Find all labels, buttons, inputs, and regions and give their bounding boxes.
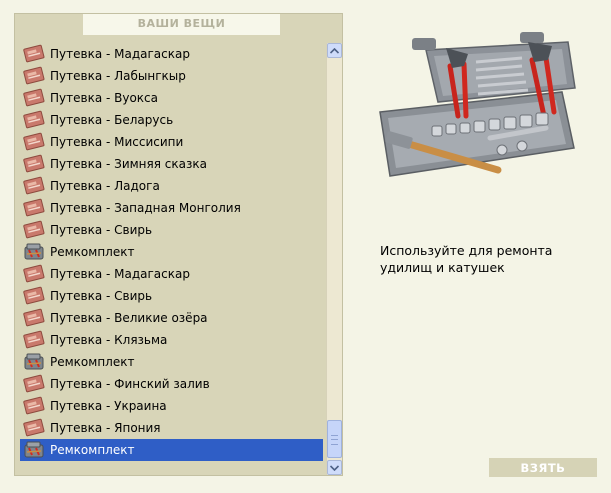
list-item-label: Путевка - Клязьма bbox=[50, 333, 168, 347]
list-item-label: Путевка - Мадагаскар bbox=[50, 47, 190, 61]
repair-kit-icon bbox=[24, 243, 44, 260]
list-item-label: Ремкомплект bbox=[50, 443, 135, 457]
list-item[interactable]: Путевка - Лабынгкыр bbox=[20, 65, 323, 87]
voucher-icon bbox=[23, 330, 45, 349]
scroll-up-button[interactable] bbox=[327, 43, 342, 58]
repair-kit-icon bbox=[24, 441, 44, 458]
list-item-label: Ремкомплект bbox=[50, 355, 135, 369]
scrollbar[interactable] bbox=[326, 43, 342, 475]
list-item[interactable]: Путевка - Западная Монголия bbox=[20, 197, 323, 219]
voucher-icon bbox=[23, 308, 45, 327]
list-item-label: Путевка - Миссисипи bbox=[50, 135, 184, 149]
list-item-label: Путевка - Великие озёра bbox=[50, 311, 208, 325]
list-item-label: Путевка - Ладога bbox=[50, 179, 160, 193]
voucher-icon bbox=[23, 418, 45, 437]
voucher-icon bbox=[23, 176, 45, 195]
list-item-label: Путевка - Беларусь bbox=[50, 113, 174, 127]
voucher-icon bbox=[23, 88, 45, 107]
voucher-icon bbox=[23, 66, 45, 85]
inventory-title: ВАШИ ВЕЩИ bbox=[83, 14, 280, 35]
inventory-list: Путевка - Мадагаскар Путевка - Лабынгкыр П… bbox=[20, 43, 323, 468]
list-item[interactable]: Путевка - Беларусь bbox=[20, 109, 323, 131]
list-item[interactable]: Путевка - Великие озёра bbox=[20, 307, 323, 329]
list-item[interactable]: Путевка - Свирь bbox=[20, 285, 323, 307]
list-item-label: Путевка - Мадагаскар bbox=[50, 267, 190, 281]
list-item-label: Путевка - Финский залив bbox=[50, 377, 210, 391]
list-item-label: Путевка - Лабынгкыр bbox=[50, 69, 186, 83]
list-item-label: Путевка - Свирь bbox=[50, 289, 153, 303]
list-item-label: Путевка - Западная Монголия bbox=[50, 201, 241, 215]
voucher-icon bbox=[23, 220, 45, 239]
voucher-icon bbox=[23, 396, 45, 415]
voucher-icon bbox=[23, 110, 45, 129]
list-item[interactable]: Путевка - Клязьма bbox=[20, 329, 323, 351]
scroll-thumb[interactable] bbox=[327, 420, 342, 458]
list-item[interactable]: Путевка - Свирь bbox=[20, 219, 323, 241]
voucher-icon bbox=[23, 286, 45, 305]
list-item[interactable]: Путевка - Миссисипи bbox=[20, 131, 323, 153]
list-item[interactable]: Ремкомплект bbox=[20, 351, 323, 373]
grip-icon bbox=[331, 435, 338, 445]
voucher-icon bbox=[23, 264, 45, 283]
list-item[interactable]: Путевка - Зимняя сказка bbox=[20, 153, 323, 175]
toolbox-image bbox=[379, 32, 576, 177]
list-item[interactable]: Путевка - Япония bbox=[20, 417, 323, 439]
repair-kit-icon bbox=[24, 353, 44, 370]
take-button[interactable]: ВЗЯТЬ bbox=[489, 458, 597, 477]
list-item-label: Путевка - Япония bbox=[50, 421, 161, 435]
chevron-up-icon bbox=[330, 47, 339, 54]
list-item[interactable]: Путевка - Мадагаскар bbox=[20, 43, 323, 65]
list-item[interactable]: Ремкомплект bbox=[20, 241, 323, 263]
list-item[interactable]: Путевка - Украина bbox=[20, 395, 323, 417]
list-item[interactable]: Путевка - Ладога bbox=[20, 175, 323, 197]
list-item-label: Путевка - Украина bbox=[50, 399, 167, 413]
voucher-icon bbox=[23, 374, 45, 393]
list-item[interactable]: Ремкомплект bbox=[20, 439, 323, 461]
inventory-panel: ВАШИ ВЕЩИ Путевка - Мадагаскар Путевка - … bbox=[14, 13, 343, 476]
voucher-icon bbox=[23, 132, 45, 151]
scroll-down-button[interactable] bbox=[327, 460, 342, 475]
list-item-label: Путевка - Зимняя сказка bbox=[50, 157, 207, 171]
voucher-icon bbox=[23, 44, 45, 63]
chevron-down-icon bbox=[330, 464, 339, 471]
list-item-label: Путевка - Вуокса bbox=[50, 91, 159, 105]
list-item[interactable]: Путевка - Финский залив bbox=[20, 373, 323, 395]
item-description: Используйте для ремонта удилищ и катушек bbox=[380, 243, 553, 275]
list-item[interactable]: Путевка - Мадагаскар bbox=[20, 263, 323, 285]
list-item-label: Путевка - Свирь bbox=[50, 223, 153, 237]
list-item-label: Ремкомплект bbox=[50, 245, 135, 259]
list-item[interactable]: Путевка - Вуокса bbox=[20, 87, 323, 109]
voucher-icon bbox=[23, 198, 45, 217]
voucher-icon bbox=[23, 154, 45, 173]
